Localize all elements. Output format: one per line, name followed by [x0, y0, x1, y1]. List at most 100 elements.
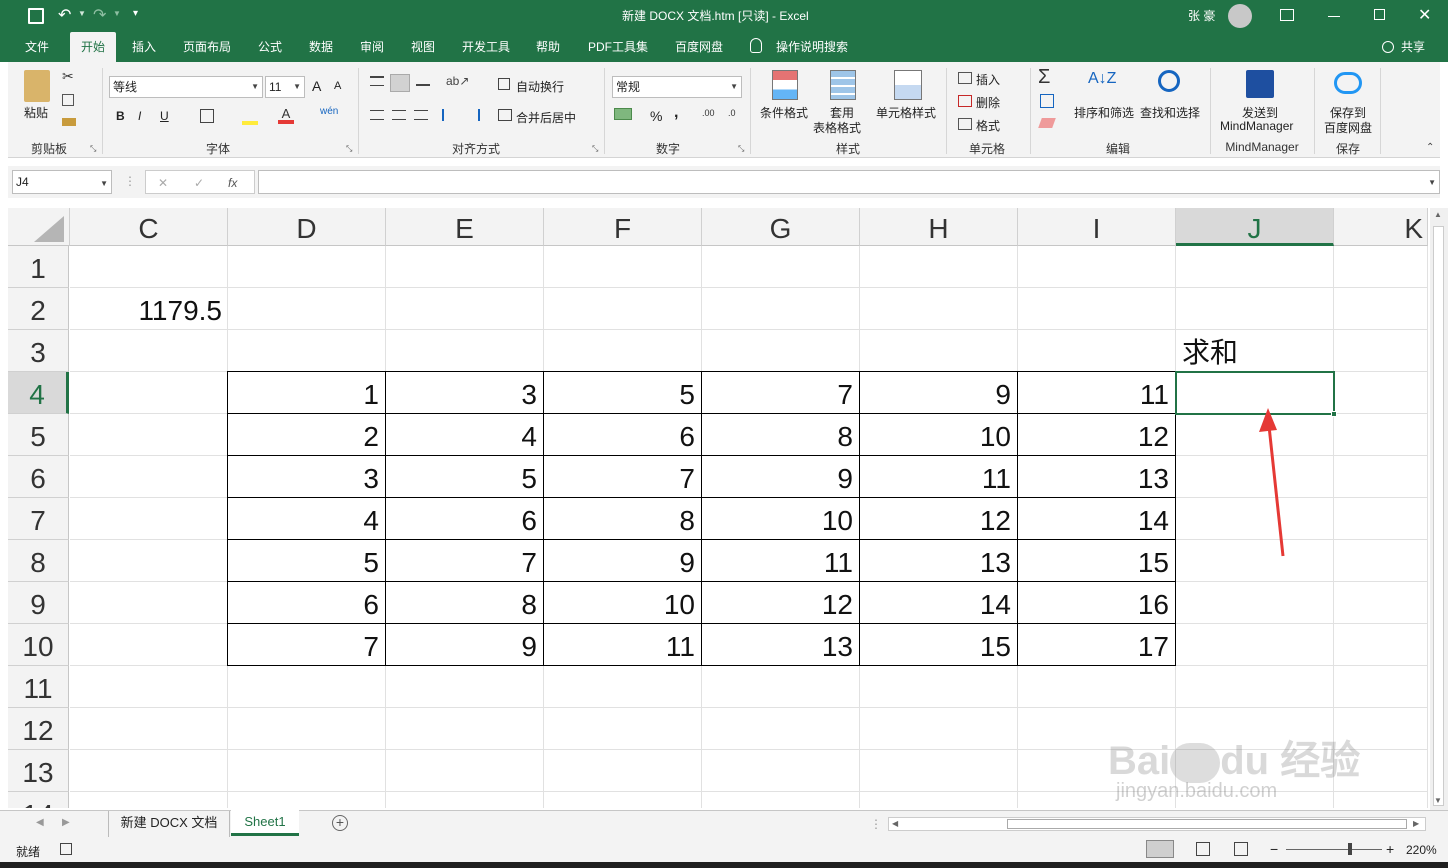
tab-home[interactable]: 开始: [70, 32, 116, 62]
conditional-format-button[interactable]: 条件格式: [760, 104, 808, 121]
row-header-1[interactable]: 1: [8, 246, 69, 288]
cell[interactable]: [1334, 246, 1428, 288]
table-cell[interactable]: 12: [859, 497, 1018, 540]
tab-formulas[interactable]: 公式: [248, 32, 292, 62]
autosum-icon[interactable]: Σ: [1038, 66, 1050, 89]
cell[interactable]: [544, 708, 702, 750]
dialog-launcher-icon[interactable]: ⤡: [346, 144, 352, 154]
row-header-3[interactable]: 3: [8, 330, 69, 372]
table-cell[interactable]: 9: [701, 455, 860, 498]
conditional-format-icon[interactable]: [772, 70, 798, 100]
copy-icon[interactable]: [62, 94, 74, 106]
table-cell[interactable]: 4: [385, 413, 544, 456]
cell[interactable]: [702, 750, 860, 792]
table-cell[interactable]: 11: [701, 539, 860, 582]
horizontal-scrollbar[interactable]: ◀ ▶: [888, 817, 1426, 831]
percent-button[interactable]: %: [650, 108, 662, 124]
align-left-icon[interactable]: [370, 110, 384, 120]
cell[interactable]: [1334, 666, 1428, 708]
cell-j3[interactable]: 求和: [1176, 330, 1334, 372]
column-header-g[interactable]: G: [702, 208, 860, 246]
cell[interactable]: [70, 540, 228, 582]
fill-color-icon[interactable]: [242, 109, 258, 125]
column-header-c[interactable]: C: [70, 208, 228, 246]
table-cell[interactable]: 5: [543, 371, 702, 414]
merge-center-button[interactable]: 合并后居中: [516, 109, 576, 126]
tab-review[interactable]: 审阅: [352, 32, 392, 62]
cell[interactable]: [544, 246, 702, 288]
format-as-table-line2[interactable]: 表格格式: [813, 119, 861, 136]
orientation-icon[interactable]: ab↗: [446, 74, 469, 88]
worksheet-grid[interactable]: C D E F G H I J K 1234567891011121314 13…: [8, 208, 1428, 808]
cell[interactable]: [1334, 792, 1428, 808]
format-painter-icon[interactable]: [62, 118, 76, 126]
fill-handle[interactable]: [1331, 411, 1337, 417]
cell[interactable]: [1018, 330, 1176, 372]
cell[interactable]: [70, 330, 228, 372]
row-header-7[interactable]: 7: [8, 498, 69, 540]
add-sheet-icon[interactable]: +: [332, 815, 348, 831]
zoom-slider-track[interactable]: [1286, 849, 1382, 850]
chevron-down-icon[interactable]: ▼: [78, 9, 86, 18]
user-name[interactable]: 张 豪: [1188, 7, 1215, 24]
phonetic-icon[interactable]: wén: [320, 106, 338, 117]
format-as-table-icon[interactable]: [830, 70, 856, 100]
sheet-tab-active[interactable]: Sheet1: [231, 810, 299, 836]
tab-view[interactable]: 视图: [402, 32, 444, 62]
insert-cells-button[interactable]: 插入: [976, 71, 1000, 88]
send-to-mindmanager-line2[interactable]: MindManager: [1220, 119, 1293, 133]
cell[interactable]: [1334, 540, 1428, 582]
cell[interactable]: [70, 666, 228, 708]
insert-cells-icon[interactable]: [958, 72, 972, 84]
bold-button[interactable]: B: [116, 109, 125, 123]
cell[interactable]: [228, 246, 386, 288]
zoom-level[interactable]: 220%: [1406, 843, 1437, 857]
save-to-baidu-line2[interactable]: 百度网盘: [1324, 119, 1372, 136]
zoom-out-button[interactable]: −: [1270, 841, 1278, 857]
cell[interactable]: [544, 666, 702, 708]
minimize-icon[interactable]: [1328, 16, 1340, 17]
table-cell[interactable]: 11: [543, 623, 702, 666]
row-header-10[interactable]: 10: [8, 624, 69, 666]
cell[interactable]: [1018, 666, 1176, 708]
avatar[interactable]: [1228, 4, 1252, 28]
cell[interactable]: [1176, 624, 1334, 666]
format-cells-button[interactable]: 格式: [976, 117, 1000, 134]
column-header-f[interactable]: F: [544, 208, 702, 246]
cell-styles-button[interactable]: 单元格样式: [876, 104, 936, 121]
wrap-text-button[interactable]: 自动换行: [516, 78, 564, 95]
delete-cells-button[interactable]: 删除: [976, 94, 1000, 111]
cell[interactable]: [228, 288, 386, 330]
fill-icon[interactable]: [1040, 94, 1054, 108]
zoom-slider-thumb[interactable]: [1348, 843, 1352, 855]
cell[interactable]: [1176, 288, 1334, 330]
dialog-launcher-icon[interactable]: ⤡: [738, 144, 744, 154]
cell[interactable]: [70, 792, 228, 808]
row-header-9[interactable]: 9: [8, 582, 69, 624]
column-header-k[interactable]: K: [1334, 208, 1428, 246]
cell[interactable]: [1176, 582, 1334, 624]
cell[interactable]: [1018, 246, 1176, 288]
tab-baidu-pan[interactable]: 百度网盘: [664, 32, 734, 62]
cancel-button[interactable]: ✕: [158, 173, 168, 193]
table-cell[interactable]: 16: [1017, 581, 1176, 624]
table-cell[interactable]: 7: [543, 455, 702, 498]
table-cell[interactable]: 7: [385, 539, 544, 582]
tell-me-search[interactable]: 操作说明搜索: [772, 32, 852, 62]
scroll-up-icon[interactable]: ▲: [1434, 210, 1442, 219]
cell[interactable]: [70, 708, 228, 750]
cell[interactable]: [70, 624, 228, 666]
cell[interactable]: [860, 750, 1018, 792]
table-cell[interactable]: 5: [227, 539, 386, 582]
cell[interactable]: [1176, 246, 1334, 288]
sort-filter-icon[interactable]: A↓Z: [1088, 70, 1116, 88]
row-header-14[interactable]: 14: [8, 792, 69, 808]
scroll-left-icon[interactable]: ◀: [892, 819, 898, 828]
decrease-decimal-icon[interactable]: .0: [728, 108, 736, 118]
cell[interactable]: [702, 288, 860, 330]
find-select-button[interactable]: 查找和选择: [1140, 104, 1200, 121]
zoom-in-button[interactable]: +: [1386, 841, 1394, 857]
font-color-icon[interactable]: A: [278, 106, 294, 124]
tab-pdf-tools[interactable]: PDF工具集: [580, 32, 656, 62]
cell[interactable]: [860, 708, 1018, 750]
